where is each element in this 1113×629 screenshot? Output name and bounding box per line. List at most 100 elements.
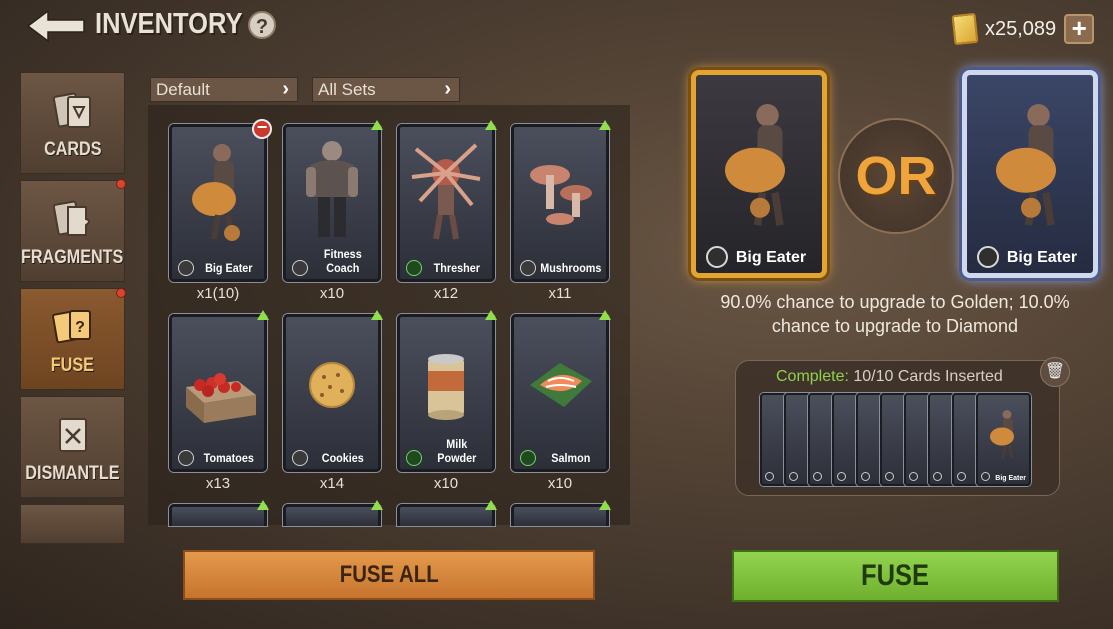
upgrade-arrow-icon xyxy=(485,310,497,320)
card-name: Thresher xyxy=(433,261,480,275)
card-name: Salmon xyxy=(551,451,591,465)
rarity-icon xyxy=(933,472,942,481)
upgrade-arrow-icon xyxy=(257,310,269,320)
trash-icon[interactable]: 🗑 xyxy=(1040,357,1070,387)
fuse-icon: ? xyxy=(51,310,91,344)
help-button[interactable]: ? xyxy=(248,11,276,39)
inserted-card[interactable]: Big Eater xyxy=(976,393,1031,486)
rarity-icon xyxy=(885,472,894,481)
fuse-all-button[interactable]: FUSE ALL xyxy=(183,550,595,600)
upgrade-arrow-icon xyxy=(599,310,611,320)
card-quantity: x10 xyxy=(547,475,573,492)
milk-powder-art xyxy=(428,354,464,420)
card-name: Fitness Coach xyxy=(323,247,362,275)
card-name: Big Eater xyxy=(1006,249,1078,266)
tab-dismantle[interactable]: DISMANTLE xyxy=(20,396,125,498)
fuse-button[interactable]: FUSE xyxy=(732,550,1059,602)
tab-dismantle-label: DISMANTLE xyxy=(25,463,120,484)
tab-partial[interactable] xyxy=(20,504,125,544)
rarity-icon xyxy=(909,472,918,481)
set-dropdown[interactable]: All Sets › xyxy=(312,77,460,102)
add-currency-button[interactable]: + xyxy=(1064,14,1095,44)
card-quantity: x1(10) xyxy=(196,285,240,302)
card-quantity: x14 xyxy=(319,475,345,492)
card-thresher[interactable]: Thresher xyxy=(397,120,497,282)
tab-fuse[interactable]: ? FUSE xyxy=(20,288,125,390)
card-salmon[interactable]: Salmon xyxy=(511,310,611,472)
fuse-all-label: FUSE ALL xyxy=(339,561,439,588)
fitness-coach-art xyxy=(306,141,358,237)
card-name: Mushrooms xyxy=(540,261,602,275)
sort-dropdown-value: Default xyxy=(156,79,210,99)
thresher-art xyxy=(411,143,481,240)
rarity-icon xyxy=(981,472,990,481)
card-name: Big Eater xyxy=(205,261,253,275)
card-name: Tomatoes xyxy=(203,451,254,465)
rarity-icon xyxy=(813,472,822,481)
complete-value: 10/10 Cards Inserted xyxy=(853,368,1003,385)
upgrade-arrow-icon xyxy=(485,120,497,130)
page-title: INVENTORY xyxy=(95,8,243,40)
currency-amount: x25,089 xyxy=(985,17,1057,40)
big-eater-art xyxy=(192,144,240,241)
currency-display: x25,089 + xyxy=(951,12,1095,46)
card-name: Big Eater xyxy=(995,475,1026,482)
back-arrow-icon[interactable] xyxy=(26,8,88,44)
tab-fragments[interactable]: FRAGMENTS xyxy=(20,180,125,282)
card-big-eater[interactable]: Big Eater − xyxy=(169,118,272,282)
card-name: Milk Powder xyxy=(437,437,477,465)
tab-fragments-label: FRAGMENTS xyxy=(21,247,124,268)
card-name: Big Eater xyxy=(735,249,807,266)
card-partial[interactable] xyxy=(511,500,611,526)
card-milk-powder[interactable]: Milk Powder xyxy=(397,310,497,472)
big-eater-art xyxy=(996,104,1056,226)
fragments-notification-dot xyxy=(116,179,126,189)
tab-cards[interactable]: CARDS xyxy=(20,72,125,174)
rarity-icon xyxy=(957,472,966,481)
set-dropdown-value: All Sets xyxy=(318,79,376,99)
card-tomatoes[interactable]: Tomatoes xyxy=(169,310,269,472)
upgrade-arrow-icon xyxy=(371,500,383,510)
rarity-icon xyxy=(765,472,774,481)
golden-result-card: Big Eater xyxy=(691,70,827,278)
card-cookies[interactable]: Cookies xyxy=(283,310,383,472)
upgrade-arrow-icon xyxy=(371,310,383,320)
upgrade-arrow-icon xyxy=(599,500,611,510)
inserted-status: Complete: 10/10 Cards Inserted xyxy=(776,368,1003,386)
cards-icon xyxy=(52,92,91,128)
card-quantity: x10 xyxy=(319,285,345,302)
upgrade-arrow-icon xyxy=(257,500,269,510)
upgrade-chance-text: 90.0% chance to upgrade to Golden; 10.0%… xyxy=(690,290,1100,338)
svg-text:?: ? xyxy=(75,319,85,336)
cookies-art xyxy=(309,362,355,408)
card-partial[interactable] xyxy=(169,500,269,526)
card-partial[interactable] xyxy=(283,500,383,526)
complete-label: Complete: xyxy=(776,368,849,385)
big-eater-art xyxy=(990,410,1014,459)
chance-line-2: chance to upgrade to Diamond xyxy=(771,316,1019,336)
or-label: OR xyxy=(838,118,954,234)
sort-dropdown[interactable]: Default › xyxy=(150,77,298,102)
card-name: Cookies xyxy=(321,451,364,465)
fuse-notification-dot xyxy=(116,288,126,298)
card-quantity: x11 xyxy=(548,285,572,302)
chevron-right-icon: › xyxy=(444,78,451,100)
card-fitness-coach[interactable]: Fitness Coach xyxy=(283,120,383,282)
card-partial[interactable] xyxy=(397,500,497,526)
diamond-result-card: Big Eater xyxy=(962,70,1098,278)
remove-card-button[interactable]: − xyxy=(252,118,272,139)
rarity-icon xyxy=(837,472,846,481)
card-quantity: x12 xyxy=(433,285,459,302)
fuse-label: FUSE xyxy=(861,559,930,592)
tomatoes-art xyxy=(186,373,256,423)
ticket-icon xyxy=(951,12,979,46)
dismantle-icon xyxy=(58,418,87,452)
mushrooms-art xyxy=(530,165,592,225)
salmon-art xyxy=(530,363,592,407)
big-eater-art xyxy=(725,104,785,226)
tab-cards-label: CARDS xyxy=(43,139,102,160)
upgrade-arrow-icon xyxy=(485,500,497,510)
card-mushrooms[interactable]: Mushrooms xyxy=(511,120,611,282)
rarity-icon xyxy=(789,472,798,481)
card-quantity: x10 xyxy=(433,475,459,492)
